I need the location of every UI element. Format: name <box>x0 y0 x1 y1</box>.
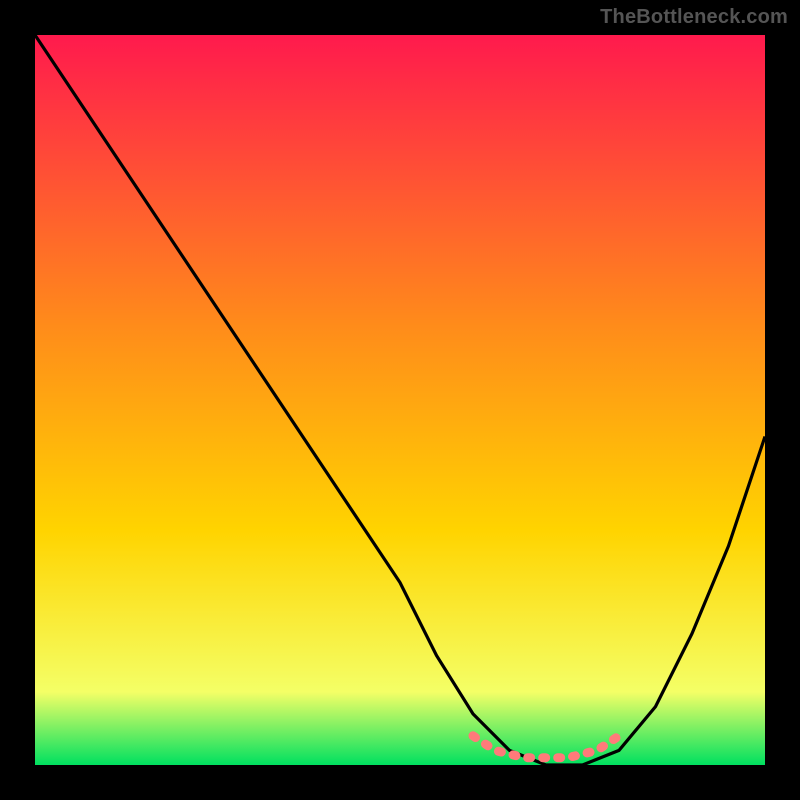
plot-background <box>35 35 765 765</box>
watermark-text: TheBottleneck.com <box>600 6 788 29</box>
chart-stage: TheBottleneck.com <box>0 0 800 800</box>
bottleneck-chart <box>0 0 800 800</box>
